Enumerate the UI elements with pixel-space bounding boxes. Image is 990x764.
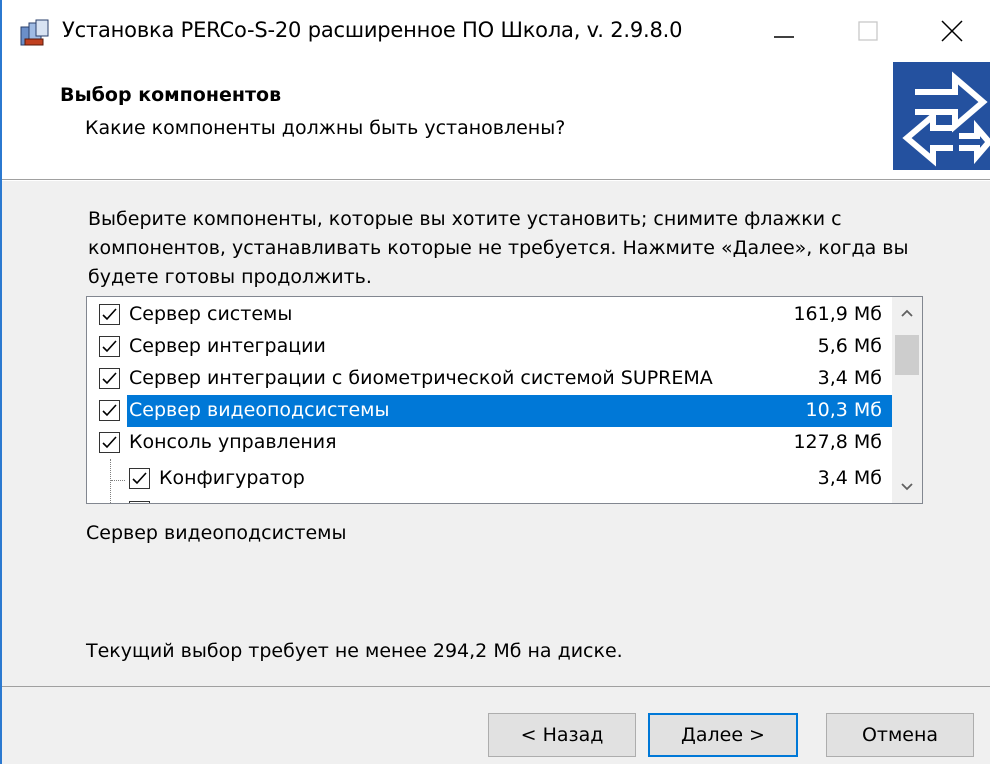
component-checkbox[interactable] (99, 400, 120, 421)
wizard-body: Выберите компоненты, которые вы хотите у… (2, 181, 990, 764)
title-bar[interactable]: Установка PERCo-S-20 расширенное ПО Школ… (2, 0, 990, 62)
instructions-text: Выберите компоненты, которые вы хотите у… (88, 208, 909, 288)
cancel-button[interactable]: Отмена (826, 713, 974, 757)
component-label: Сервер интеграции (129, 335, 326, 357)
component-size: 3,4 Мб (817, 367, 882, 389)
component-size: 5,6 Мб (817, 335, 882, 357)
component-checkbox[interactable] (129, 468, 150, 489)
installer-icon (20, 19, 50, 47)
component-size: 10,3 Мб (805, 399, 882, 421)
minimize-icon (774, 36, 794, 38)
chevron-down-icon (901, 483, 913, 491)
component-row-video-server[interactable]: Сервер видеоподсистемы 10,3 Мб (87, 395, 892, 428)
component-checkbox[interactable] (129, 501, 150, 503)
page-subtitle: Какие компоненты должны быть установлены… (85, 117, 566, 139)
close-button[interactable] (922, 0, 982, 62)
close-icon (941, 20, 963, 42)
disk-space-info: Текущий выбор требует не менее 294,2 Мб … (86, 640, 623, 662)
checkmark-icon (102, 372, 117, 385)
component-size: 3,4 Мб (817, 467, 882, 489)
component-size: 127,8 Мб (793, 431, 882, 453)
component-row-system-server[interactable]: Сервер системы 161,9 Мб (87, 299, 892, 332)
checkmark-icon (102, 340, 117, 353)
list-scrollbar[interactable] (892, 297, 922, 503)
component-label: Сервер системы (129, 303, 293, 325)
wizard-header: Выбор компонентов Какие компоненты должн… (2, 62, 990, 180)
component-label: Конфигуратор (159, 467, 305, 489)
component-checkbox[interactable] (99, 336, 120, 357)
component-label: Сервер видеоподсистемы (129, 399, 390, 421)
component-row-management-console[interactable]: Консоль управления 127,8 Мб (87, 427, 892, 460)
next-button[interactable]: Далее > (648, 713, 798, 757)
page-title: Выбор компонентов (60, 84, 282, 106)
component-row-suprema-server[interactable]: Сервер интеграции с биометрической систе… (87, 363, 892, 396)
component-label: Консоль управления (129, 431, 337, 453)
component-row-partial (87, 496, 892, 503)
component-checkbox[interactable] (99, 368, 120, 389)
component-description: Сервер видеоподсистемы (86, 522, 347, 544)
maximize-button[interactable] (838, 0, 898, 62)
component-label: Сервер интеграции с биометрической систе… (129, 367, 713, 389)
minimize-button[interactable] (754, 0, 814, 62)
arrows-logo-icon (893, 62, 990, 170)
checkmark-icon (102, 404, 117, 417)
maximize-icon (858, 21, 878, 41)
window-title: Установка PERCo-S-20 расширенное ПО Школ… (62, 18, 683, 42)
component-row-integration-server[interactable]: Сервер интеграции 5,6 Мб (87, 331, 892, 364)
back-button[interactable]: < Назад (488, 713, 636, 757)
component-size: 161,9 Мб (793, 303, 882, 325)
components-list[interactable]: Сервер системы 161,9 Мб Сервер интеграци… (86, 296, 923, 504)
checkmark-icon (102, 308, 117, 321)
scroll-down-button[interactable] (892, 471, 922, 503)
checkmark-icon (132, 472, 147, 485)
scroll-up-button[interactable] (892, 297, 922, 329)
scroll-thumb[interactable] (895, 335, 919, 375)
component-checkbox[interactable] (99, 304, 120, 325)
checkmark-icon (102, 436, 117, 449)
footer-separator (2, 686, 990, 687)
component-row-configurator[interactable]: Конфигуратор 3,4 Мб (87, 463, 892, 496)
component-checkbox[interactable] (99, 432, 120, 453)
chevron-up-icon (901, 309, 913, 317)
